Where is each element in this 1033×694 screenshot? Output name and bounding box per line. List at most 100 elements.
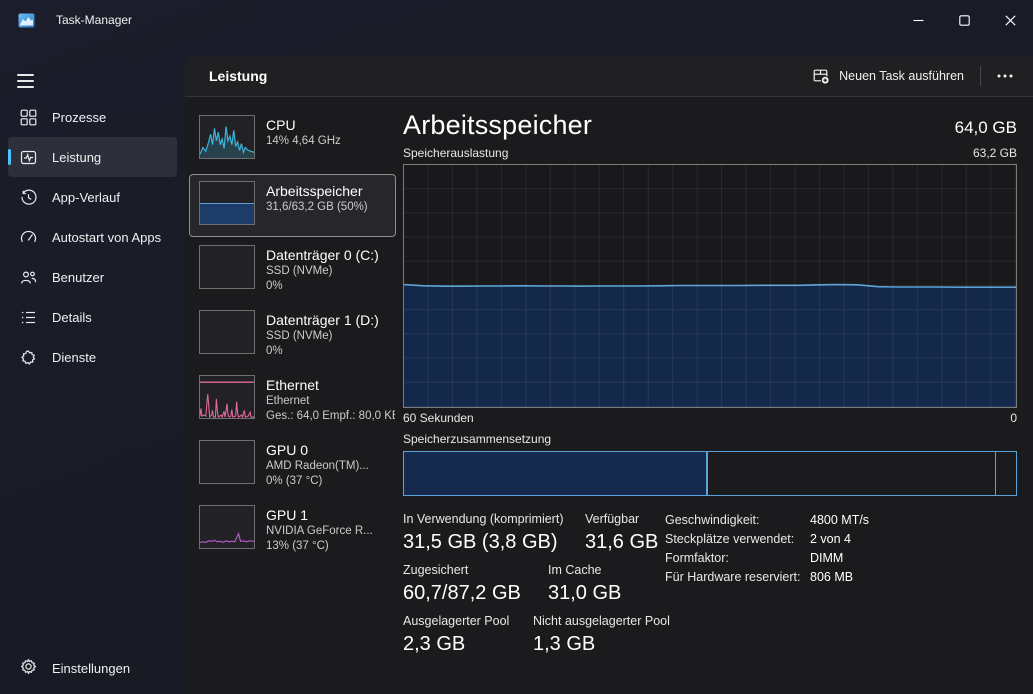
stat-value: 31,5 GB (3,8 GB): [403, 531, 585, 554]
perf-item-sub: AMD Radeon(TM)...: [266, 459, 369, 474]
perf-item-datentraeger-1[interactable]: Datenträger 1 (D:) SSD (NVMe) 0%: [185, 303, 395, 368]
processes-icon: [20, 109, 37, 126]
memory-total: 64,0 GB: [955, 118, 1017, 141]
sidebar-item-autostart[interactable]: Autostart von Apps: [8, 217, 177, 257]
gpu1-thumbnail-graph: [199, 505, 255, 549]
page-title: Leistung: [209, 68, 267, 84]
perf-item-name: GPU 0: [266, 441, 369, 459]
more-options-button[interactable]: [987, 68, 1023, 84]
app-icon: [18, 12, 35, 29]
sidebar-item-label: Dienste: [52, 350, 96, 365]
ethernet-thumbnail-graph: [199, 375, 255, 419]
usage-chart-label: Speicherauslastung: [403, 146, 508, 160]
perf-item-ethernet[interactable]: Ethernet Ethernet Ges.: 64,0 Empf.: 80,0…: [185, 368, 395, 433]
main-panel: Leistung Neuen Task ausführen: [185, 56, 1033, 694]
memory-composition-bar: [403, 451, 1017, 496]
composition-label: Speicherzusammensetzung: [403, 432, 1017, 446]
memory-thumbnail-graph: [199, 181, 255, 225]
window-title: Task-Manager: [56, 13, 132, 27]
perf-item-sub: SSD (NVMe): [266, 329, 379, 344]
memory-thumbnail-fill: [200, 203, 254, 224]
perf-item-name: GPU 1: [266, 506, 373, 524]
info-value: 806 MB: [810, 570, 869, 584]
info-label: Steckplätze verwendet:: [665, 532, 810, 546]
info-label: Formfaktor:: [665, 551, 810, 565]
close-button[interactable]: [987, 0, 1033, 40]
stat-value: 31,6 GB: [585, 531, 658, 554]
run-task-label: Neuen Task ausführen: [839, 69, 964, 83]
sidebar-item-app-verlauf[interactable]: App-Verlauf: [8, 177, 177, 217]
info-value: 2 von 4: [810, 532, 869, 546]
stat-value: 1,3 GB: [533, 633, 670, 656]
settings-gear-icon: [20, 658, 37, 678]
more-icon: [997, 74, 1013, 78]
stat-label: Ausgelagerter Pool: [403, 614, 533, 628]
sidebar-nav: Prozesse Leistung App-Verlauf: [0, 97, 185, 377]
hamburger-button[interactable]: [14, 64, 50, 98]
startup-gauge-icon: [20, 229, 37, 246]
sidebar-item-label: Prozesse: [52, 110, 106, 125]
maximize-icon: [959, 15, 970, 26]
perf-item-name: Ethernet: [266, 376, 395, 394]
perf-item-arbeitsspeicher[interactable]: Arbeitsspeicher 31,6/63,2 GB (50%): [190, 175, 395, 236]
perf-item-gpu-1[interactable]: GPU 1 NVIDIA GeForce R... 13% (37 °C): [185, 498, 395, 563]
perf-item-name: CPU: [266, 116, 341, 134]
perf-item-datentraeger-0[interactable]: Datenträger 0 (C:) SSD (NVMe) 0%: [185, 238, 395, 303]
perf-item-name: Datenträger 1 (D:): [266, 311, 379, 329]
perf-item-name: Arbeitsspeicher: [266, 182, 368, 200]
sidebar-item-label: Autostart von Apps: [52, 230, 161, 245]
sidebar-item-details[interactable]: Details: [8, 297, 177, 337]
gpu0-thumbnail-graph: [199, 440, 255, 484]
panel-header: Leistung Neuen Task ausführen: [185, 56, 1033, 97]
stat-value: 2,3 GB: [403, 633, 533, 656]
perf-item-sub: 31,6/63,2 GB (50%): [266, 200, 368, 215]
perf-item-name: Datenträger 0 (C:): [266, 246, 379, 264]
task-manager-window: Task-Manager Proz: [0, 0, 1033, 694]
sidebar-item-benutzer[interactable]: Benutzer: [8, 257, 177, 297]
stat-label: In Verwendung (komprimiert): [403, 512, 585, 526]
perf-item-sub: Ges.: 64,0 Empf.: 80,0 KB: [266, 409, 395, 424]
maximize-button[interactable]: [941, 0, 987, 40]
perf-item-cpu[interactable]: CPU 14% 4,64 GHz: [185, 108, 395, 173]
perf-item-sub: Ethernet: [266, 394, 395, 409]
time-axis-end: 0: [1010, 411, 1017, 425]
stat-label: Verfügbar: [585, 512, 658, 526]
sidebar-item-leistung[interactable]: Leistung: [8, 137, 177, 177]
perf-item-sub: 0%: [266, 344, 379, 359]
sidebar-item-einstellungen[interactable]: Einstellungen: [8, 648, 177, 688]
sidebar-item-label: Benutzer: [52, 270, 104, 285]
memory-usage-graph: [403, 164, 1017, 408]
perf-item-gpu-0[interactable]: GPU 0 AMD Radeon(TM)... 0% (37 °C): [185, 433, 395, 498]
perf-item-sub: 14% 4,64 GHz: [266, 134, 341, 149]
info-label: Für Hardware reserviert:: [665, 570, 810, 584]
services-gear-icon: [20, 349, 37, 366]
detail-title: Arbeitsspeicher: [403, 110, 592, 141]
sidebar-item-label: Details: [52, 310, 92, 325]
sidebar-item-dienste[interactable]: Dienste: [8, 337, 177, 377]
header-divider: [980, 66, 981, 86]
hardware-info: Geschwindigkeit: 4800 MT/s Steckplätze v…: [665, 513, 869, 584]
cpu-thumbnail-graph: [199, 115, 255, 159]
stat-value: 60,7/87,2 GB: [403, 582, 548, 605]
disk0-thumbnail-graph: [199, 245, 255, 289]
settings-label: Einstellungen: [52, 661, 130, 676]
disk1-thumbnail-graph: [199, 310, 255, 354]
sidebar-item-prozesse[interactable]: Prozesse: [8, 97, 177, 137]
performance-icon: [20, 149, 37, 166]
info-value: 4800 MT/s: [810, 513, 869, 527]
stat-label: Zugesichert: [403, 563, 548, 577]
perf-item-sub: 0% (37 °C): [266, 474, 369, 489]
minimize-button[interactable]: [895, 0, 941, 40]
performance-list: CPU 14% 4,64 GHz Arbeitsspeicher 31,6/63…: [185, 97, 397, 694]
sidebar: Prozesse Leistung App-Verlauf: [0, 40, 185, 694]
run-new-task-button[interactable]: Neuen Task ausführen: [803, 62, 974, 91]
memory-detail-pane: Arbeitsspeicher 64,0 GB Speicherauslastu…: [403, 97, 1017, 694]
stat-label: Im Cache: [548, 563, 621, 577]
details-list-icon: [20, 309, 37, 326]
perf-item-sub: NVIDIA GeForce R...: [266, 524, 373, 539]
perf-item-sub: 0%: [266, 279, 379, 294]
perf-item-sub: SSD (NVMe): [266, 264, 379, 279]
sidebar-item-label: Leistung: [52, 150, 101, 165]
users-icon: [20, 269, 37, 286]
time-axis-start: 60 Sekunden: [403, 411, 474, 425]
